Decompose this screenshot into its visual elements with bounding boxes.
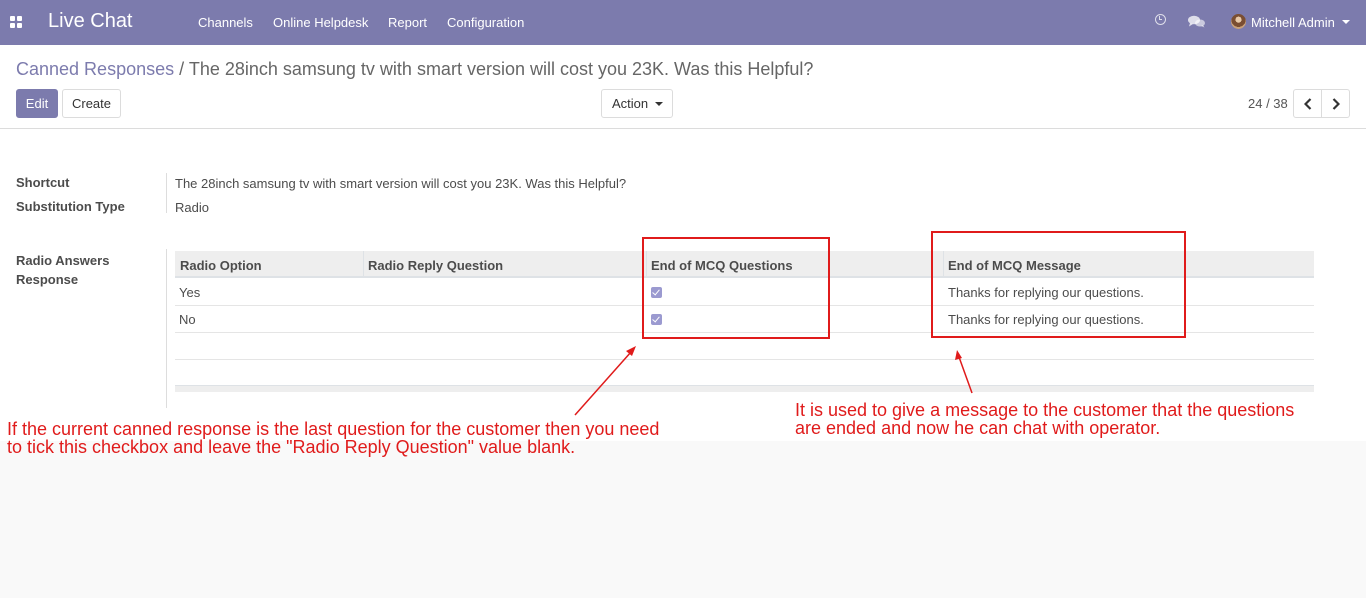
annotation-left-line2: to tick this checkbox and leave the "Rad… [7,437,576,457]
annotation-arrows [574,346,973,416]
annotation-right-line1: It is used to give a message to the cust… [795,400,1295,420]
annotation-left-line1: If the current canned response is the la… [7,419,660,439]
annotation-right-line2: are ended and now he can chat with opera… [795,418,1161,438]
arrow-head-icon [955,350,962,360]
arrow-head-icon [626,346,636,356]
